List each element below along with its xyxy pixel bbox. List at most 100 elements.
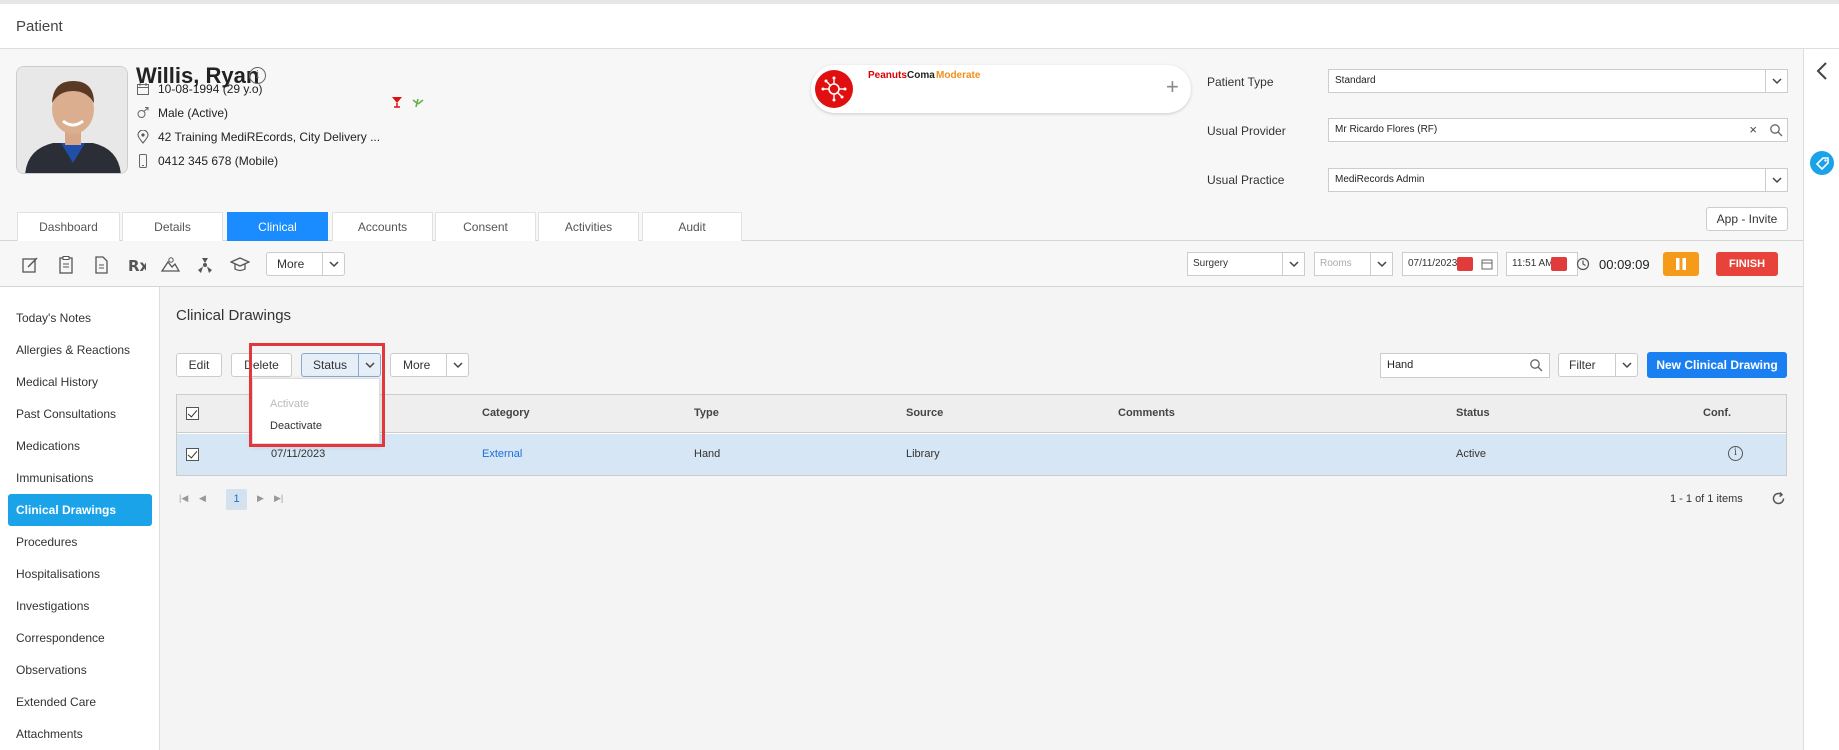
prev-page-icon[interactable]: ◀ [199,493,206,504]
search-icon[interactable] [1529,358,1543,372]
edit-notes-icon[interactable] [20,255,40,275]
status-button[interactable]: Status [301,353,381,377]
top-bar: Patient [0,0,1839,49]
delete-button[interactable]: Delete [231,353,292,377]
current-page[interactable]: 1 [226,489,247,510]
education-icon[interactable] [230,255,250,275]
finish-button[interactable]: FINISH [1716,252,1778,276]
sidebar-item-investigations[interactable]: Investigations [8,591,152,621]
chevron-down-icon[interactable] [1370,253,1392,275]
rooms-select[interactable]: Rooms [1314,252,1393,276]
calendar-icon[interactable] [1481,258,1493,270]
tab-consent[interactable]: Consent [435,212,536,241]
cell-category[interactable]: External [482,448,522,460]
alert-icons [392,97,424,108]
tab-clinical[interactable]: Clinical [227,212,328,241]
allergy-severity: Moderate [936,70,981,81]
status-dropdown-menu: Activate Deactivate [252,378,380,444]
cell-source: Library [906,448,940,460]
usual-practice-select[interactable]: MediRecords Admin [1328,168,1788,192]
menu-item-activate: Activate [270,398,310,410]
row-checkbox[interactable] [186,448,199,461]
col-comments[interactable]: Comments [1118,407,1175,419]
sidebar-item-correspondence[interactable]: Correspondence [8,623,152,653]
tag-icon[interactable] [1810,151,1834,175]
sidebar-item-medical-history[interactable]: Medical History [8,367,152,397]
patient-avatar [16,66,128,174]
edit-button[interactable]: Edit [176,353,222,377]
sidebar-item-hospitalisations[interactable]: Hospitalisations [8,559,152,589]
sidebar-item-past-consultations[interactable]: Past Consultations [8,399,152,429]
chevron-left-icon[interactable] [1816,61,1828,81]
sidebar-item-medications[interactable]: Medications [8,431,152,461]
tab-accounts[interactable]: Accounts [332,212,433,241]
chevron-down-icon[interactable] [446,354,468,376]
tab-activities[interactable]: Activities [538,212,639,241]
allergy-reaction: Coma [907,70,935,81]
col-type[interactable]: Type [694,407,719,419]
consult-timer: 00:09:09 [1599,257,1650,272]
col-status[interactable]: Status [1456,407,1490,419]
clock-icon[interactable] [1576,257,1590,271]
table-row[interactable]: 07/11/2023 External Hand Library Active … [177,434,1786,475]
chevron-down-icon[interactable] [1765,169,1787,191]
search-input[interactable]: Hand [1380,353,1550,378]
patient-phone: 0412 345 678 (Mobile) [158,154,279,168]
sidebar-item-todays-notes[interactable]: Today's Notes [8,303,152,333]
grid-more-button[interactable]: More [390,353,469,377]
filter-button[interactable]: Filter [1558,353,1638,377]
search-icon[interactable] [1769,123,1783,137]
prescription-icon[interactable]: Rx [126,255,146,275]
add-allergy-icon[interactable]: + [1166,74,1179,100]
patient-dob: 10-08-1994 (29 y.o) [158,82,263,96]
confidential-info-icon[interactable]: i [1728,446,1743,461]
pathology-icon[interactable] [160,255,180,275]
clinical-toolbar: Rx More Surgery Rooms 07/11/2023 11:51 A… [0,241,1803,287]
location-select[interactable]: Surgery [1187,252,1305,276]
sidebar-item-clinical-drawings[interactable]: Clinical Drawings [8,494,152,526]
last-page-icon[interactable]: ▶| [274,493,283,504]
time-input[interactable]: 11:51 AM [1506,252,1578,276]
usual-provider-input[interactable]: Mr Ricardo Flores (RF) × [1328,118,1788,142]
sidebar-item-allergies[interactable]: Allergies & Reactions [8,335,152,365]
app-invite-button[interactable]: App - Invite [1706,207,1788,231]
sidebar-item-observations[interactable]: Observations [8,655,152,685]
col-category[interactable]: Category [482,407,530,419]
chevron-down-icon[interactable] [1282,253,1304,275]
radiology-icon[interactable] [195,255,215,275]
chevron-down-icon[interactable] [358,354,380,376]
refresh-icon[interactable] [1771,491,1786,506]
document-icon[interactable] [91,255,111,275]
svg-text:Rx: Rx [128,257,146,275]
toolbar-more-button[interactable]: More [266,252,345,276]
section-title: Clinical Drawings [176,307,292,324]
sidebar-item-immunisations[interactable]: Immunisations [8,463,152,493]
chevron-down-icon[interactable] [1765,70,1787,92]
tab-dashboard[interactable]: Dashboard [17,212,120,241]
pager-info: 1 - 1 of 1 items [1670,493,1743,505]
tab-details[interactable]: Details [122,212,223,241]
chevron-down-icon[interactable] [322,253,344,275]
menu-item-deactivate[interactable]: Deactivate [270,420,322,432]
grid-pager: |◀ ◀ 1 ▶ ▶| 1 - 1 of 1 items [176,488,1787,512]
clipboard-icon[interactable] [56,255,76,275]
clear-icon[interactable]: × [1749,119,1757,141]
patient-type-select[interactable]: Standard [1328,69,1788,93]
usual-provider-label: Usual Provider [1207,124,1286,138]
select-all-checkbox[interactable] [186,407,199,420]
first-page-icon[interactable]: |◀ [179,493,188,504]
sidebar-item-extended-care[interactable]: Extended Care [8,687,152,717]
next-page-icon[interactable]: ▶ [257,493,264,504]
tab-audit[interactable]: Audit [642,212,742,241]
col-conf[interactable]: Conf. [1703,407,1731,419]
col-source[interactable]: Source [906,407,943,419]
usual-practice-label: Usual Practice [1207,173,1285,187]
patient-address: 42 Training MediREcords, City Delivery .… [158,130,381,144]
pause-button[interactable] [1663,252,1699,276]
sidebar-item-attachments[interactable]: Attachments [8,719,152,749]
new-clinical-drawing-button[interactable]: New Clinical Drawing [1647,352,1787,378]
patient-header: Willis, Ryan i 10-08-1994 (29 y.o) Male … [0,49,1803,241]
sidebar-item-procedures[interactable]: Procedures [8,527,152,557]
chevron-down-icon[interactable] [1615,354,1637,376]
date-input[interactable]: 07/11/2023 [1402,252,1498,276]
